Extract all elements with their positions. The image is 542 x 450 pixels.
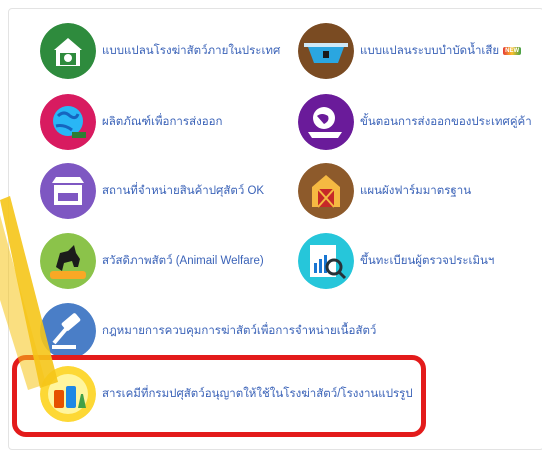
menu-item-slaughterhouse-plan[interactable]: แบบแปลนโรงฆ่าสัตว์ภายในประเทศ <box>40 23 280 79</box>
menu-item-label: แบบแปลนโรงฆ่าสัตว์ภายในประเทศ <box>102 45 281 57</box>
ok-shop-icon <box>40 163 96 219</box>
menu-item-label: ขึ้นทะเบียนผู้ตรวจประเมินฯ <box>360 255 495 267</box>
gavel-icon <box>40 303 96 359</box>
menu-item-wastewater-plan[interactable]: แบบแปลนระบบบำบัดน้ำเสีย NEW <box>298 23 522 79</box>
menu-item-label: กฎหมายการควบคุมการฆ่าสัตว์เพื่อการจำหน่า… <box>102 325 377 337</box>
farm-building-icon <box>40 23 96 79</box>
menu-item-export-procedure[interactable]: ขั้นตอนการส่งออกของประเทศคู่ค้า <box>298 94 532 150</box>
animal-welfare-horse-icon <box>40 233 96 289</box>
new-badge: NEW <box>503 47 522 55</box>
menu-item-inspector-registration[interactable]: ขึ้นทะเบียนผู้ตรวจประเมินฯ <box>298 233 494 289</box>
menu-item-animal-welfare[interactable]: สวัสดิภาพสัตว์ (Animail Welfare) <box>40 233 264 289</box>
barn-icon <box>298 163 354 219</box>
menu-item-label: ผลิตภัณฑ์เพื่อการส่งออก <box>102 116 223 128</box>
menu-item-standard-farm-layout[interactable]: แผนผังฟาร์มมาตรฐาน <box>298 163 471 219</box>
document-magnifier-icon <box>298 233 354 289</box>
highlight-box <box>12 355 426 437</box>
menu-item-ok-shops[interactable]: สถานที่จำหน่ายสินค้าปศุสัตว์ OK <box>40 163 264 219</box>
menu-item-label: ขั้นตอนการส่งออกของประเทศคู่ค้า <box>360 116 532 128</box>
menu-item-label: สวัสดิภาพสัตว์ (Animail Welfare) <box>102 255 264 267</box>
menu-item-label: แบบแปลนระบบบำบัดน้ำเสีย <box>360 45 500 57</box>
export-globe-icon <box>40 94 96 150</box>
water-treatment-icon <box>298 23 354 79</box>
export-world-ship-icon <box>298 94 354 150</box>
menu-item-label: สถานที่จำหน่ายสินค้าปศุสัตว์ OK <box>102 185 265 197</box>
menu-item-slaughter-law[interactable]: กฎหมายการควบคุมการฆ่าสัตว์เพื่อการจำหน่า… <box>40 303 376 359</box>
menu-item-label: แผนผังฟาร์มมาตรฐาน <box>360 185 472 197</box>
menu-item-export-products[interactable]: ผลิตภัณฑ์เพื่อการส่งออก <box>40 94 222 150</box>
